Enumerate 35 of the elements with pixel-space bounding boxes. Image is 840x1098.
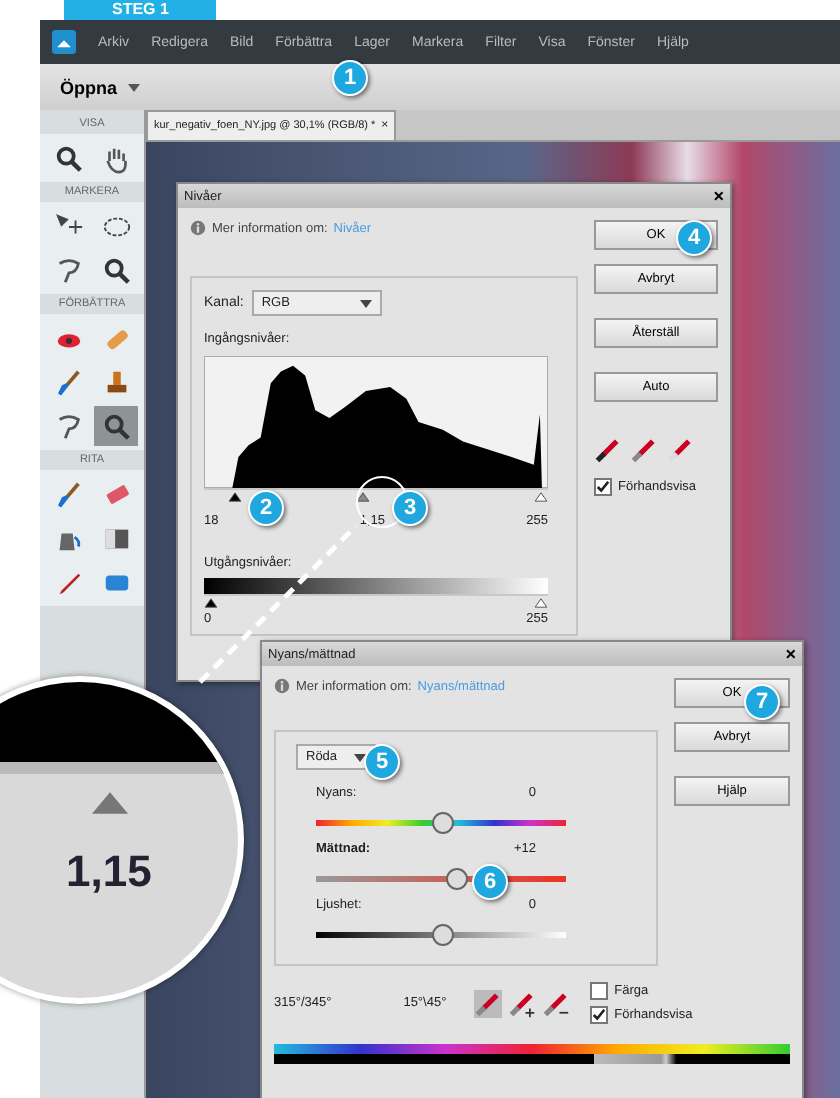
hand-icon [101, 143, 131, 173]
open-button[interactable]: Öppna [56, 75, 143, 99]
step-label: STEG 1 [64, 0, 217, 20]
subtract-eyedropper-icon[interactable] [542, 989, 571, 1017]
slider-thumb[interactable] [446, 868, 468, 890]
slider-thumb[interactable] [431, 924, 453, 946]
add-eyedropper-icon[interactable] [508, 989, 537, 1017]
info-icon [274, 678, 290, 694]
caret-icon [127, 83, 139, 91]
magnifier-icon [101, 411, 131, 441]
midtone-slider-icon [92, 792, 128, 814]
slider-thumb[interactable] [431, 812, 453, 834]
level-slider-thumb[interactable] [355, 492, 370, 502]
brush-icon [53, 367, 83, 397]
brush-icon [53, 479, 83, 509]
close-button[interactable]: × [713, 186, 724, 206]
app-logo-icon [52, 30, 76, 54]
magnifier-icon [101, 255, 131, 285]
caret-icon [359, 299, 372, 307]
eraser-icon [101, 479, 131, 509]
info-icon [190, 220, 206, 236]
level-slider-thumb[interactable] [534, 492, 548, 502]
checkbox[interactable] [594, 478, 612, 496]
level-slider-thumb[interactable] [227, 492, 242, 502]
lasso-icon [53, 411, 83, 441]
level-slider-thumb[interactable] [204, 598, 218, 608]
midtone-value: 1,15 [66, 846, 152, 898]
caret-icon [354, 753, 366, 761]
checkbox[interactable] [590, 982, 609, 1000]
magnifier-icon [53, 143, 83, 173]
lasso-icon [53, 255, 83, 285]
eyedropper-icon[interactable] [594, 436, 622, 464]
close-button[interactable]: × [785, 644, 796, 664]
checkbox[interactable] [590, 1006, 609, 1024]
level-slider-thumb[interactable] [534, 598, 548, 608]
